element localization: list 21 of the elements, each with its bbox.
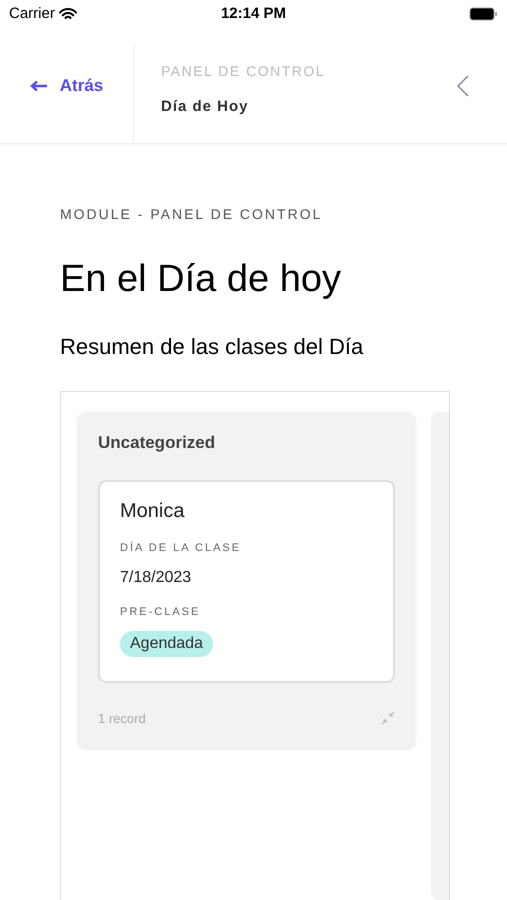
module-eyebrow: MODULE - PANEL DE CONTROL xyxy=(60,205,324,224)
page-heading: En el Día de hoy xyxy=(60,257,342,302)
wifi-icon xyxy=(58,8,77,20)
clock-time: 12:14 PM xyxy=(220,4,286,24)
field-label: PRE-CLASE xyxy=(120,605,200,620)
carrier-label: Carrier xyxy=(9,4,55,24)
page-subheading: Resumen de las clases del Día xyxy=(60,333,364,361)
chevron-left-icon[interactable] xyxy=(457,74,469,96)
card-title: Monica xyxy=(120,498,186,524)
battery-icon xyxy=(468,7,498,21)
field-value: 7/18/2023 xyxy=(120,568,192,588)
record-count: 1 record xyxy=(98,710,146,728)
arrow-left-icon xyxy=(30,80,48,92)
back-button[interactable]: Atrás xyxy=(30,72,104,98)
section-label: PANEL DE CONTROL xyxy=(161,62,326,81)
record-card[interactable]: Monica DÍA DE LA CLASE 7/18/2023 PRE-CLASE Agendada xyxy=(98,480,395,682)
column-title: Uncategorized xyxy=(98,432,216,454)
status-tag: Agendada xyxy=(120,630,213,656)
collapse-icon[interactable] xyxy=(381,711,395,726)
field-label: DÍA DE LA CLASE xyxy=(120,540,242,556)
page-title: Día de Hoy xyxy=(161,96,250,117)
